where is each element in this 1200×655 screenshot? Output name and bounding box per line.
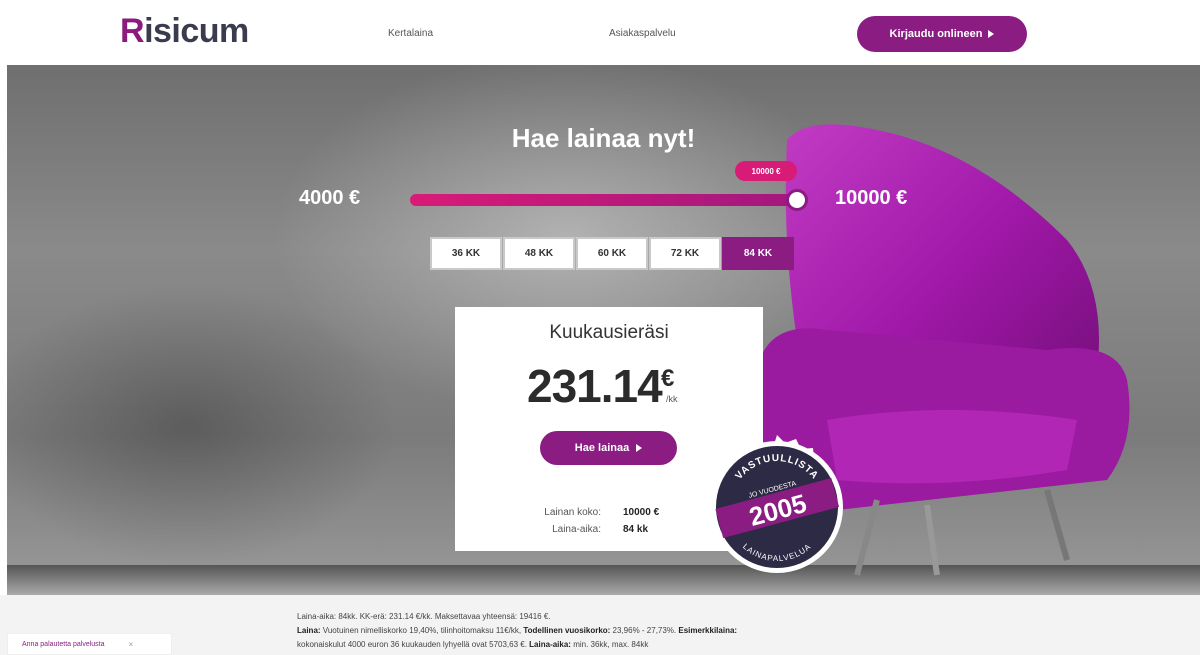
apply-button-label: Hae lainaa (574, 442, 630, 454)
feedback-label[interactable]: Anna palautetta palvelusta (22, 641, 105, 648)
term-option-84[interactable]: 84 KK (722, 237, 794, 270)
term-option-60[interactable]: 60 KK (576, 237, 648, 270)
since-2005-seal: VASTUULLISTA JO VUODESTA 2005 LAINAPALVE… (711, 435, 843, 573)
loan-term-value: 84 kk (623, 524, 649, 535)
risicum-logo[interactable]: Risicum (120, 12, 249, 51)
play-arrow-icon (988, 30, 995, 38)
logo-text: isicum (144, 12, 249, 50)
close-icon[interactable]: × (129, 640, 134, 649)
logo-r: R (120, 12, 145, 50)
feedback-tab[interactable]: Anna palautetta palvelusta × (7, 633, 172, 655)
play-arrow-icon (636, 444, 643, 452)
term-selector: 36 KK 48 KK 60 KK 72 KK 84 KK (430, 237, 795, 270)
hero-section: Hae lainaa nyt! 4000 € 10000 € 10000 € 3… (7, 65, 1200, 595)
loan-summary: Lainan koko: 10000 € Laina-aika: 84 kk (515, 504, 659, 538)
term-option-36[interactable]: 36 KK (430, 237, 502, 270)
loan-disclaimer: Laina-aika: 84kk. KK-erä: 231.14 €/kk. M… (297, 610, 937, 652)
header: Risicum Kertalaina Asiakaspalvelu Kirjau… (0, 0, 1200, 65)
amount-slider-handle[interactable] (786, 189, 808, 211)
term-option-72[interactable]: 72 KK (649, 237, 721, 270)
nav-asiakaspalvelu[interactable]: Asiakaspalvelu (609, 28, 676, 39)
disclaimer-line-2: Laina: Vuotuinen nimelliskorko 19,40%, t… (297, 626, 738, 635)
monthly-amount: 231.14 (527, 360, 663, 412)
disclaimer-line-3: kokonaiskulut 4000 euron 36 kuukauden ly… (297, 640, 649, 649)
loan-size-value: 10000 € (623, 507, 660, 518)
loan-size-label: Lainan koko: (544, 507, 601, 518)
apply-loan-button[interactable]: Hae lainaa (540, 431, 677, 465)
login-button[interactable]: Kirjaudu onlineen (857, 16, 1027, 52)
summary-row-term: Laina-aika: 84 kk (515, 521, 659, 538)
hero-title: Hae lainaa nyt! (511, 123, 696, 153)
card-title: Kuukausieräsi (549, 322, 669, 343)
login-button-label: Kirjaudu onlineen (889, 28, 983, 40)
currency-symbol: € (661, 365, 675, 392)
disclaimer-line-1: Laina-aika: 84kk. KK-erä: 231.14 €/kk. M… (297, 612, 551, 621)
per-month-label: /kk (666, 394, 678, 404)
slider-max-amount: 10000 € (835, 187, 908, 209)
term-option-48[interactable]: 48 KK (503, 237, 575, 270)
summary-row-size: Lainan koko: 10000 € (515, 504, 659, 521)
loan-term-label: Laina-aika: (552, 524, 601, 535)
slider-min-amount: 4000 € (299, 187, 361, 209)
nav-kertalaina[interactable]: Kertalaina (388, 28, 433, 39)
amount-slider-track[interactable] (410, 194, 800, 206)
slider-value-tooltip: 10000 € (735, 161, 797, 181)
